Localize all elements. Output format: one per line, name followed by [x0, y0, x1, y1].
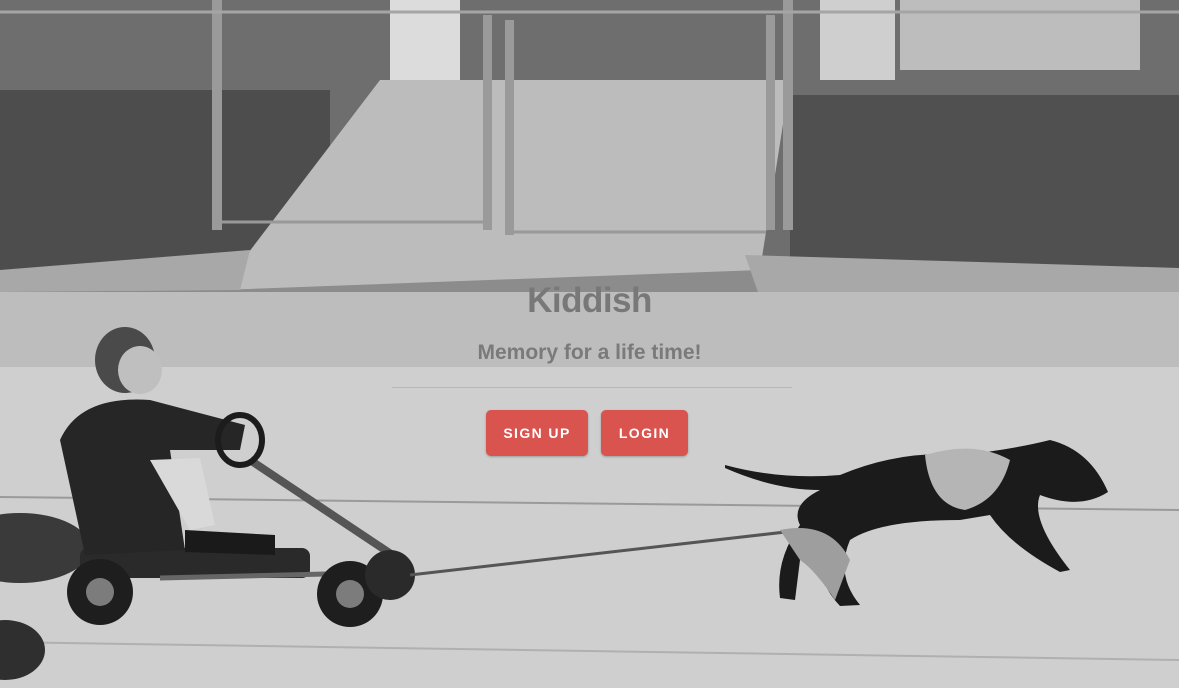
- sign-up-button[interactable]: SIGN UP: [486, 410, 588, 456]
- hero-overlay: Kiddish Memory for a life time! SIGN UP …: [0, 0, 1179, 688]
- brand-title: Kiddish: [527, 281, 652, 320]
- divider: [392, 387, 792, 388]
- tagline: Memory for a life time!: [477, 341, 702, 364]
- login-button[interactable]: LOGIN: [601, 410, 688, 456]
